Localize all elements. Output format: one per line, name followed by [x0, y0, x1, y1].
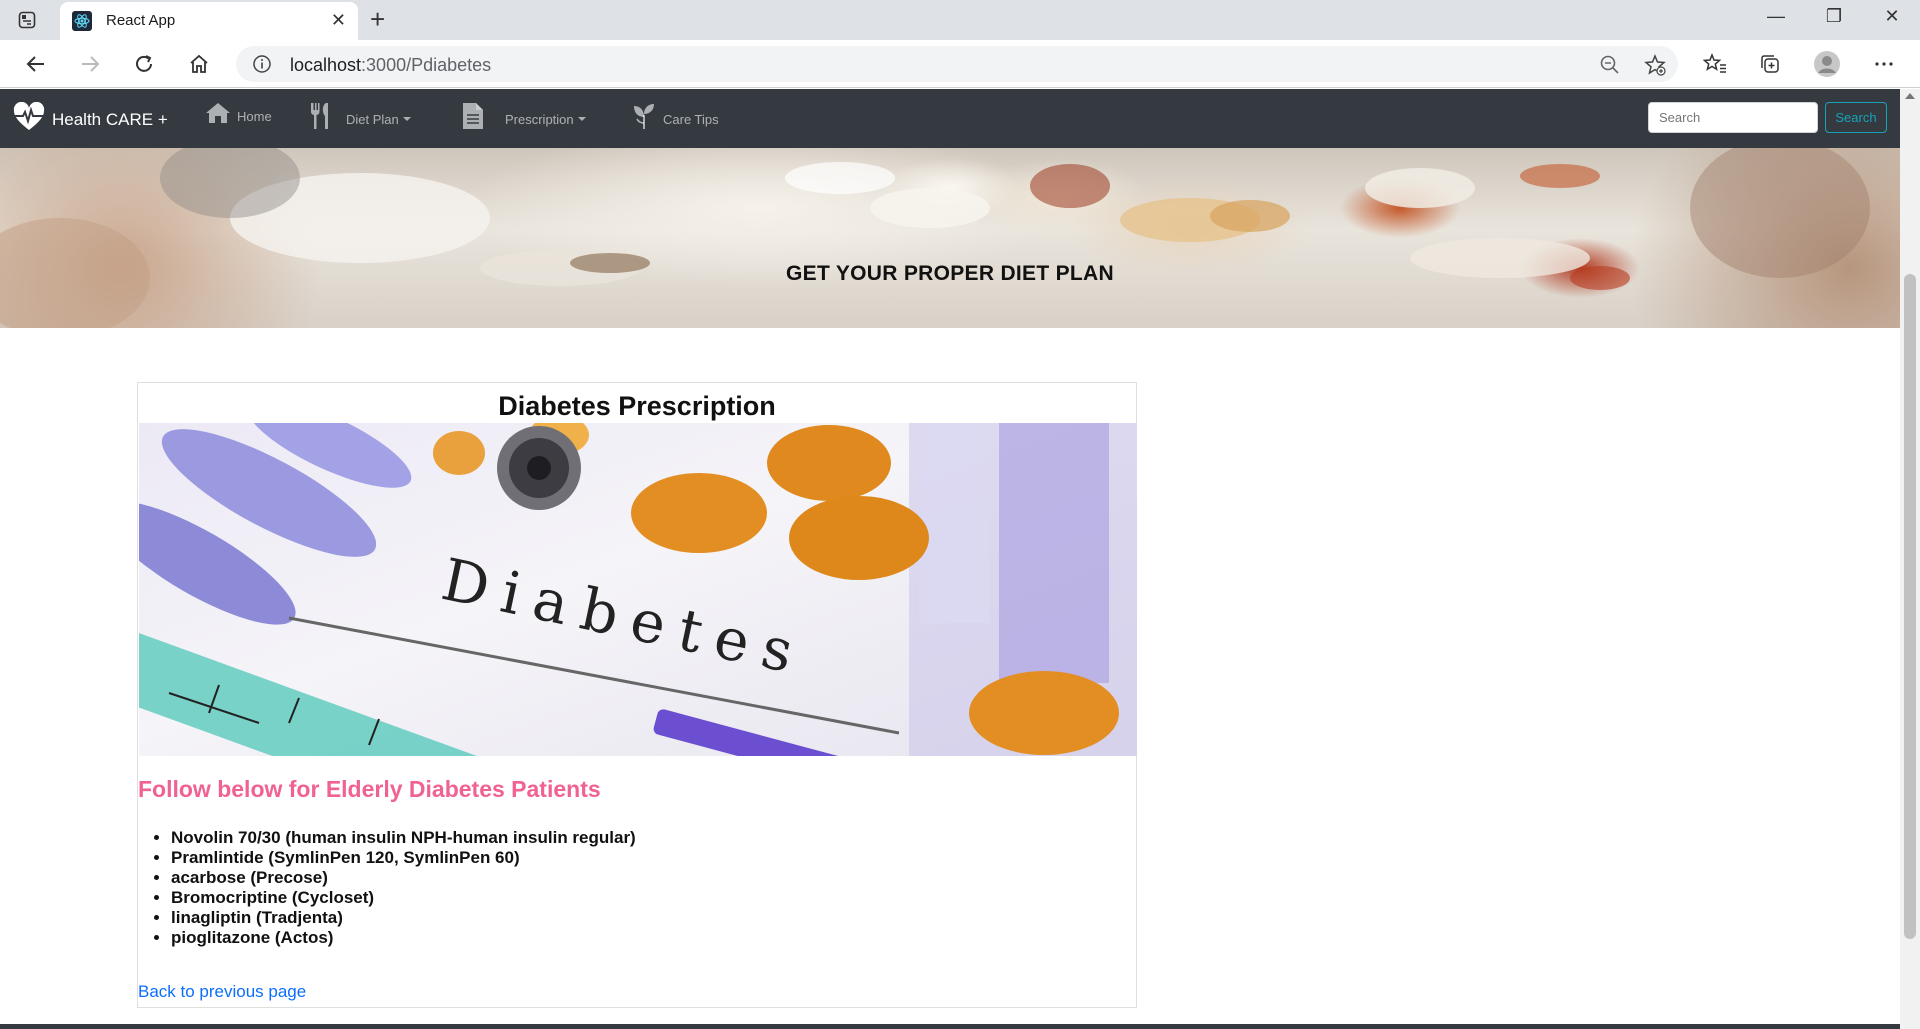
footer-edge — [0, 1024, 1900, 1029]
browser-address-bar: localhost:3000/Pdiabetes — [0, 40, 1920, 88]
page-scrollbar[interactable] — [1900, 89, 1920, 1029]
info-icon[interactable] — [252, 54, 272, 74]
list-item: Bromocriptine (Cycloset) — [171, 888, 636, 908]
nav-diet-plan-label: Diet Plan — [346, 111, 399, 127]
prescription-card: Diabetes Prescription Diabetes Follow be… — [137, 382, 1137, 1008]
profile-avatar-icon[interactable] — [1813, 50, 1841, 78]
home-browser-icon[interactable] — [185, 50, 213, 78]
add-favorite-icon[interactable] — [1644, 54, 1666, 76]
browser-tab[interactable]: React App ✕ — [60, 2, 358, 40]
url-host: localhost — [290, 55, 362, 75]
card-title: Diabetes Prescription — [498, 391, 776, 421]
medication-list: Novolin 70/30 (human insulin NPH-human i… — [171, 828, 636, 948]
home-icon — [206, 103, 230, 123]
url-field[interactable]: localhost:3000/Pdiabetes — [236, 46, 1678, 82]
nav-care-tips-label: Care Tips — [663, 111, 719, 127]
seedling-icon — [634, 104, 654, 129]
nav-home-label: Home — [237, 108, 272, 124]
restore-icon[interactable]: ❐ — [1814, 6, 1854, 27]
list-item: acarbose (Precose) — [171, 868, 636, 888]
list-item: Pramlintide (SymlinPen 120, SymlinPen 60… — [171, 848, 636, 868]
brand-name: Health CARE + — [52, 110, 168, 129]
card-subtitle: Follow below for Elderly Diabetes Patien… — [138, 776, 601, 802]
diabetes-image: Diabetes — [139, 423, 1137, 756]
more-options-icon[interactable] — [1870, 50, 1898, 78]
diabetes-image-text: Diabetes — [436, 545, 813, 689]
close-tab-icon[interactable]: ✕ — [331, 10, 346, 31]
scrollbar-thumb[interactable] — [1904, 274, 1916, 939]
nav-care-tips[interactable]: Care Tips — [631, 101, 719, 131]
nav-home[interactable]: Home — [205, 101, 272, 125]
new-tab-icon[interactable]: + — [370, 6, 385, 32]
url-path: :3000/Pdiabetes — [361, 55, 492, 75]
browser-tab-bar: React App ✕ + — ❐ ✕ — [0, 0, 1920, 40]
hero-background-image — [0, 148, 1870, 328]
list-item: linagliptin (Tradjenta) — [171, 908, 636, 928]
search-input[interactable] — [1648, 102, 1818, 133]
hero-title: GET YOUR PROPER DIET PLAN — [786, 262, 1114, 285]
site-navbar: Health CARE + Home Diet Plan Prescriptio… — [0, 89, 1900, 148]
back-link[interactable]: Back to previous page — [138, 982, 306, 1002]
hero-banner: GET YOUR PROPER DIET PLAN — [0, 148, 1900, 328]
list-item: Novolin 70/30 (human insulin NPH-human i… — [171, 828, 636, 848]
back-icon[interactable] — [22, 50, 50, 78]
url-text: localhost:3000/Pdiabetes — [290, 55, 491, 76]
file-icon — [463, 103, 483, 129]
list-item: pioglitazone (Actos) — [171, 928, 636, 948]
heartbeat-icon — [13, 102, 45, 130]
nav-prescription-label: Prescription — [505, 111, 574, 127]
utensils-icon — [311, 103, 328, 129]
zoom-out-icon[interactable] — [1599, 54, 1621, 76]
collections-icon[interactable] — [1756, 50, 1784, 78]
scroll-up-icon[interactable] — [1905, 93, 1915, 99]
close-window-icon[interactable]: ✕ — [1872, 6, 1912, 27]
brand-link[interactable]: Health CARE + — [12, 102, 168, 132]
react-icon — [72, 11, 92, 31]
minimize-icon[interactable]: — — [1756, 6, 1796, 27]
tab-actions-icon[interactable] — [16, 9, 38, 31]
chevron-down-icon — [577, 117, 586, 121]
favorites-icon[interactable] — [1701, 50, 1729, 78]
search-button[interactable]: Search — [1825, 102, 1887, 133]
forward-icon[interactable] — [76, 50, 104, 78]
nav-diet-plan[interactable]: Diet Plan — [308, 101, 411, 131]
tab-title: React App — [106, 12, 176, 29]
chevron-down-icon — [402, 117, 411, 121]
nav-prescription[interactable]: Prescription — [461, 101, 586, 131]
refresh-icon[interactable] — [130, 50, 158, 78]
